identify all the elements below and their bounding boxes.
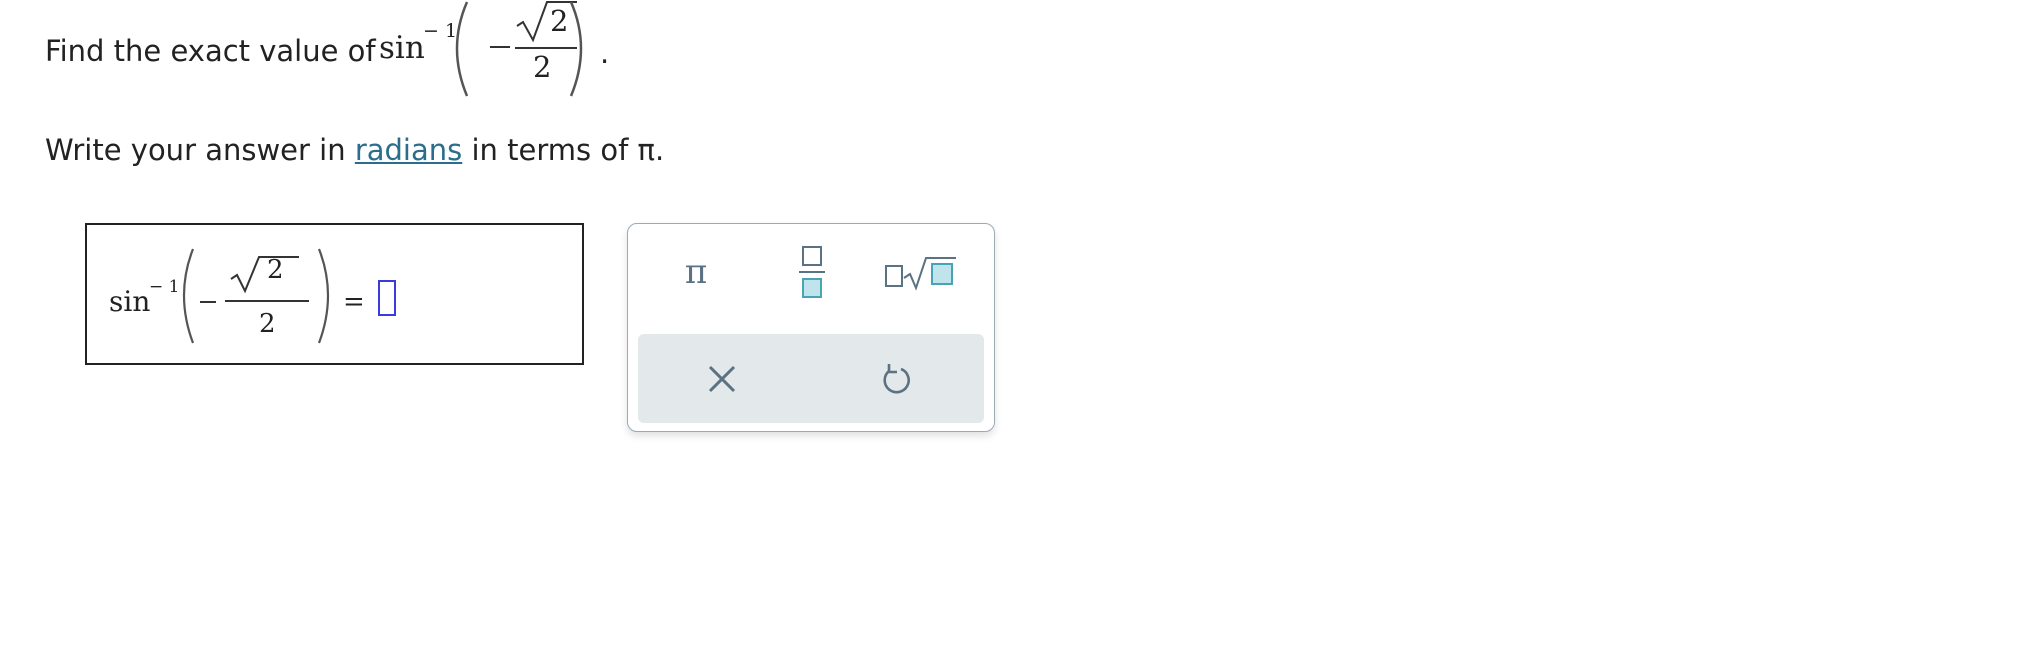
clear-button[interactable] [672, 349, 772, 409]
answer-equals: = [343, 287, 365, 317]
instruction-before: Write your answer in [45, 133, 355, 167]
undo-icon [883, 364, 910, 394]
question-denominator: 2 [533, 50, 552, 84]
answer-right-paren [317, 248, 330, 344]
answer-input[interactable] [378, 280, 396, 316]
right-paren [569, 1, 583, 97]
question-minus [490, 46, 510, 48]
answer-minus [200, 301, 216, 303]
instruction-text: Write your answer in radians in terms of… [45, 133, 664, 167]
palette-actions [638, 334, 984, 423]
close-icon [708, 365, 736, 393]
fraction-icon [799, 246, 825, 298]
question-text: Find the exact value of [45, 34, 376, 68]
pi-icon: π [684, 252, 708, 292]
question-period: . [600, 36, 610, 70]
nth-root-icon [885, 257, 956, 291]
answer-function: sin [109, 285, 151, 318]
answer-box: sin − 1 2 2 = [85, 223, 584, 365]
question-function: sin [379, 30, 425, 66]
answer-denominator: 2 [259, 309, 276, 339]
answer-fraction-bar [225, 300, 309, 302]
left-paren [455, 1, 469, 97]
math-palette: π [627, 223, 995, 432]
undo-button[interactable] [846, 349, 946, 409]
instruction-after: in terms of π. [462, 133, 665, 167]
pi-button[interactable]: π [646, 242, 746, 302]
radians-link[interactable]: radians [355, 133, 462, 167]
fraction-button[interactable] [762, 242, 862, 302]
nth-root-button[interactable] [870, 242, 970, 302]
answer-radicand: 2 [267, 255, 284, 285]
answer-left-paren [182, 248, 195, 344]
